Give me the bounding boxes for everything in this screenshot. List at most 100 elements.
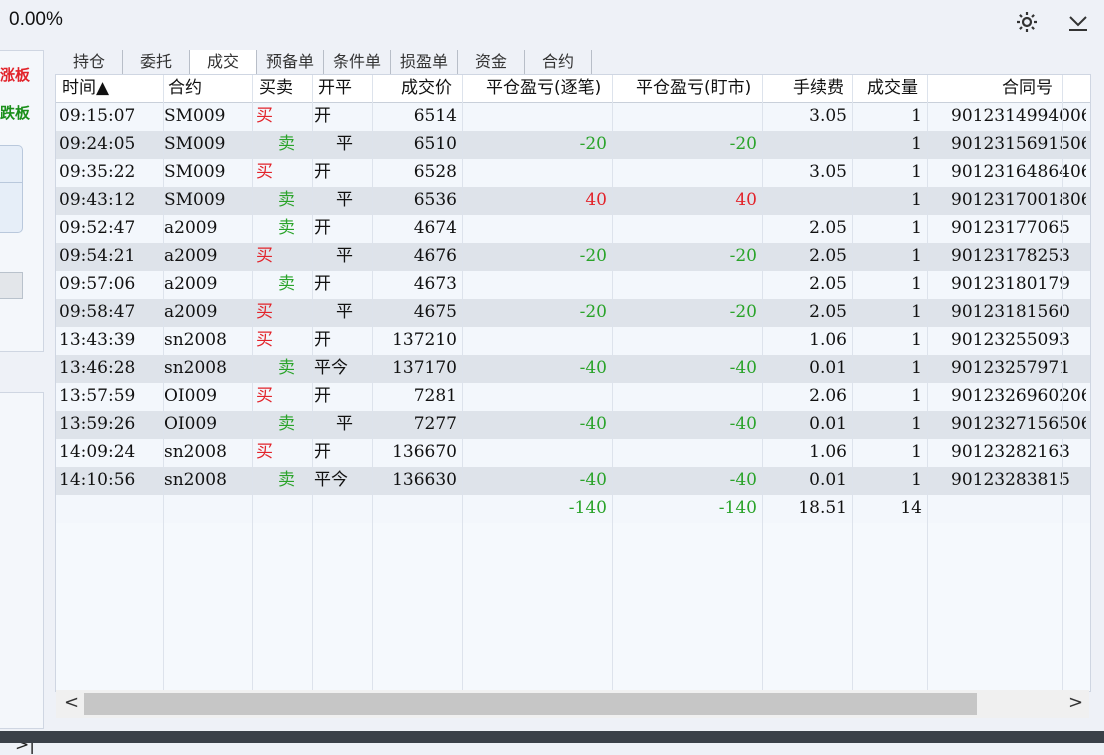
trade-openclose: 开 [314,218,331,238]
table-row[interactable]: 09:24:05SM009卖平6510-20-20190123156915061 [56,131,1090,159]
trade-volume: 1 [911,302,922,322]
column-divider [852,75,853,691]
column-divider [927,75,928,691]
percent-display: 0.00% [9,9,63,30]
table-row[interactable]: 09:43:12SM009卖平65364040190123170018061 [56,187,1090,215]
col-time-header[interactable]: 时间▲ [62,75,109,102]
trade-price: 4675 [413,302,457,322]
chevron-left-icon[interactable]: < [64,692,79,713]
trade-contract: SM009 [164,190,226,210]
trade-fee: 2.05 [809,218,847,238]
trade-volume: 1 [911,442,922,462]
table-row[interactable]: 13:57:59 OI009 买 开 7281 2.06 1 90123269602061 [56,383,1090,411]
table-row[interactable]: 09:52:47 a2009 卖开 4674 2.05 1 90123177065 [56,215,1090,243]
trade-side: 买 [256,386,273,406]
horizontal-scrollbar[interactable]: < > [56,690,1089,718]
table-row[interactable]: 13:59:26 OI009 卖平 7277 -40 -40 0.01 1 9012327156… [56,411,1090,439]
scrollbar-thumb[interactable] [84,693,977,715]
trade-contract: OI009 [164,414,218,434]
col-price-header[interactable]: 成交价 [401,75,452,102]
trade-openclose: 平今 [314,358,348,378]
col-pnl-trade-header[interactable]: 平仓盈亏(逐笔) [486,75,601,102]
tab-contracts[interactable]: 合约 [525,50,592,74]
trade-contract: a2009 [164,218,218,238]
table-row[interactable]: 14:10:56 sn2008 卖平今 136630 -40 -40 0.01 1 901232… [56,467,1090,495]
table-row[interactable]: 13:46:28 sn2008 卖平今 137170 -40 -40 0.01 1 901232… [56,355,1090,383]
col-pnl-mark-header[interactable]: 平仓盈亏(盯市) [636,75,751,102]
trade-side: 买 [256,106,273,126]
side-stepper-button[interactable] [0,145,23,233]
trade-side: 买 [256,162,273,182]
column-divider [372,75,373,691]
trade-time: 09:54:21 [59,246,136,266]
trade-pnl-mark: -40 [729,358,757,378]
trade-contract-no: 90123164864061 [951,162,1086,182]
column-divider [462,75,463,691]
trade-pnl-mark: -20 [729,134,757,154]
collapse-chevron-icon[interactable] [1065,9,1091,35]
trade-time: 09:35:22 [59,162,136,182]
col-contract-no-header[interactable]: 合同号 [1002,75,1053,102]
trade-openclose: 开 [314,162,331,182]
column-divider [163,75,164,691]
trade-pnl-mark: -20 [729,246,757,266]
totals-row: -140 -140 18.51 14 [56,495,1090,523]
trade-side: 卖 [278,414,295,434]
trade-time: 14:09:24 [59,442,136,462]
tab-orders[interactable]: 委托 [123,50,190,74]
trade-fee: 3.05 [809,106,847,126]
tab-trades[interactable]: 成交 [190,50,257,74]
table-row[interactable]: 09:54:21 a2009 买平 4676 -20 -20 2.05 1 9012317825… [56,243,1090,271]
trade-time: 09:43:12 [59,190,136,210]
tab-bar: 持仓 委托 成交 预备单 条件单 损盈单 资金 合约 [56,50,592,74]
side-small-button[interactable] [0,272,23,299]
trade-volume: 1 [911,106,922,126]
trade-fee: 0.01 [809,470,847,490]
col-fee-header[interactable]: 手续费 [793,75,844,102]
trade-openclose: 开 [314,274,331,294]
trade-fee [762,131,847,159]
trade-contract-no: 90123170018061 [951,190,1086,210]
tab-positions[interactable]: 持仓 [56,50,123,74]
table-row[interactable]: 09:35:22 SM009 买 开 6528 3.05 1 90123164864061 [56,159,1090,187]
trade-pnl-mark [612,271,757,299]
left-lower-box [0,392,44,729]
total-pnl-mark: -140 [718,498,757,518]
tab-conditional-orders[interactable]: 条件单 [324,50,391,74]
table-row[interactable]: 14:09:24 sn2008 买 开 136670 1.06 1 90123282163 [56,439,1090,467]
column-divider [612,75,613,691]
chevron-right-icon[interactable]: > [1068,692,1083,713]
trade-price: 4674 [413,218,457,238]
trade-openclose: 开 [314,386,331,406]
trade-side: 买 [256,442,273,462]
tab-prepared-orders[interactable]: 预备单 [257,50,324,74]
gear-icon[interactable] [1014,9,1040,35]
table-row[interactable]: 09:57:06 a2009 卖开 4673 2.05 1 90123180179 [56,271,1090,299]
trade-openclose: 开 [314,106,331,126]
tab-stop-orders[interactable]: 损盈单 [391,50,458,74]
table-row[interactable]: 09:58:47 a2009 买平 4675 -20 -20 2.05 1 9012318156… [56,299,1090,327]
col-openclose-header[interactable]: 开平 [318,75,352,102]
trade-pnl-mark [612,383,757,411]
col-side-header[interactable]: 买卖 [259,75,293,102]
trade-openclose: 平今 [314,470,348,490]
trade-pnl-trade: -40 [579,358,607,378]
trade-time: 13:57:59 [59,386,136,406]
trade-price: 6514 [413,106,457,126]
table-row[interactable]: 09:15:07 SM009 买 开 6514 3.05 1 90123149940061 [56,103,1090,131]
tab-funds[interactable]: 资金 [458,50,525,74]
col-contract-header[interactable]: 合约 [168,75,202,102]
table-header: 时间▲ 合约 买卖 开平 成交价 平仓盈亏(逐笔) 平仓盈亏(盯市) 手续费 成… [56,75,1090,103]
trade-contract: a2009 [164,302,218,322]
table-row[interactable]: 13:43:39 sn2008 买 开 137210 1.06 1 90123255093 [56,327,1090,355]
total-pnl-trade: -140 [568,498,607,518]
trade-pnl-trade: -20 [579,134,607,154]
trade-price: 6528 [413,162,457,182]
trade-contract: SM009 [164,106,226,126]
col-volume-header[interactable]: 成交量 [867,75,918,102]
trade-time: 09:58:47 [59,302,136,322]
trade-pnl-mark [612,215,757,243]
trade-volume: 1 [911,470,922,490]
left-panel: 涨板 跌板 >| [0,42,50,755]
trade-contract: a2009 [164,274,218,294]
